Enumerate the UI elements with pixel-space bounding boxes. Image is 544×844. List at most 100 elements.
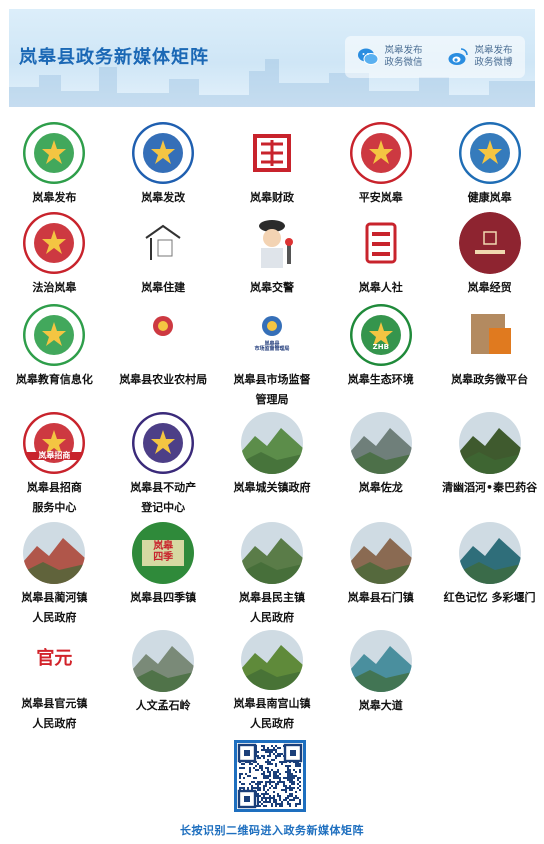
account-label: 岚皋佐龙 [358, 481, 403, 494]
village-photo-icon [349, 522, 412, 584]
four-seasons-icon: 岚皋 四季 [132, 522, 195, 584]
icon-subtext: ZHB [372, 343, 389, 351]
labour-logo-icon [349, 212, 412, 274]
account-label: 平安岚皋 [358, 191, 403, 204]
real-estate-emblem-icon [132, 412, 195, 474]
terraces-photo-icon [240, 630, 303, 690]
national-emblem-icon [132, 122, 195, 184]
calligraphy-seal-icon [240, 122, 303, 184]
account-label: 岚皋政务微平台 [451, 373, 529, 386]
account-item[interactable]: 平安岚皋 [326, 122, 435, 212]
account-item[interactable]: 岚皋发布 [0, 122, 109, 212]
account-label: 岚皋县不动产 登记中心 [130, 481, 197, 514]
account-item[interactable]: 岚皋经贸 [435, 212, 544, 304]
account-label: 岚皋财政 [249, 191, 294, 204]
squares-logo-icon [458, 304, 521, 366]
account-item[interactable]: ZHB 岚皋生态环境 [326, 304, 435, 412]
mountain-logo-icon [23, 122, 86, 184]
account-item[interactable]: 岚皋人社 [326, 212, 435, 304]
account-label: 岚皋交警 [249, 281, 294, 294]
weibo-link[interactable]: 岚皋发布 政务微博 [447, 45, 513, 69]
wechat-line2: 政务微信 [384, 57, 423, 68]
police-badge-icon [349, 122, 412, 184]
account-item[interactable]: 岚皋县南宫山镇 人民政府 [218, 630, 327, 734]
account-label: 岚皋县市场监督 管理局 [233, 373, 311, 406]
account-item[interactable]: 红色记忆 多彩堰门 [435, 522, 544, 630]
account-label: 岚皋发布 [32, 191, 77, 204]
account-label: 岚皋县石门镇 [347, 591, 414, 604]
account-label: 法治岚皋 [32, 281, 77, 294]
education-logo-icon [23, 304, 86, 366]
justice-emblem-icon [23, 212, 86, 274]
social-links: 岚皋发布 政务微信 岚皋发布 政务微博 [345, 36, 525, 78]
account-label: 岚皋教育信息化 [15, 373, 93, 386]
qr-code-icon [237, 743, 303, 809]
account-label: 岚皋人社 [358, 281, 403, 294]
market-supervision-icon: 岚皋县 市场监督管理局 [240, 304, 303, 366]
house-logo-icon [132, 212, 195, 274]
account-item[interactable]: 人文孟石岭 [109, 630, 218, 734]
account-label: 岚皋生态环境 [347, 373, 414, 386]
lake-photo-icon [349, 630, 412, 692]
wechat-link[interactable]: 岚皋发布 政务微信 [357, 45, 423, 69]
account-item[interactable]: 岚皋交警 [218, 212, 327, 304]
icon-subtext: 岚皋 四季 [153, 541, 174, 563]
account-item[interactable]: 岚皋政务微平台 [435, 304, 544, 412]
account-item[interactable]: 健康岚皋 [435, 122, 544, 212]
account-item[interactable]: 法治岚皋 [0, 212, 109, 304]
account-item[interactable]: 岚皋教育信息化 [0, 304, 109, 412]
account-item[interactable]: 岚皋县 市场监督管理局岚皋县市场监督 管理局 [218, 304, 327, 412]
page-title: 岚皋县政务新媒体矩阵 [19, 47, 209, 68]
account-item[interactable]: 岚皋大道 [326, 630, 435, 734]
account-label: 岚皋县招商 服务中心 [26, 481, 82, 514]
river-bend-photo-icon [458, 522, 521, 584]
weibo-icon [448, 48, 469, 65]
traffic-police-icon [240, 212, 303, 274]
account-label: 红色记忆 多彩堰门 [443, 591, 536, 604]
account-item[interactable]: 岚皋县石门镇 [326, 522, 435, 630]
account-item[interactable]: 岚皋佐龙 [326, 412, 435, 522]
account-item[interactable]: 官元岚皋县官元镇 人民政府 [0, 630, 109, 734]
account-item[interactable]: 岚皋招商岚皋县招商 服务中心 [0, 412, 109, 522]
agriculture-logo-icon [132, 304, 195, 366]
health-emblem-icon [458, 122, 521, 184]
account-item[interactable]: 岚皋县民主镇 人民政府 [218, 522, 327, 630]
account-item[interactable]: 岚皋 四季岚皋县四季镇 [109, 522, 218, 630]
icon-subtext: 岚皋县 市场监督管理局 [254, 341, 290, 353]
weibo-line1: 岚皋发布 [474, 45, 513, 56]
account-item[interactable]: 岚皋财政 [218, 122, 327, 212]
account-label: 人文孟石岭 [135, 699, 191, 712]
account-label: 岚皋县四季镇 [130, 591, 197, 604]
account-item[interactable]: 岚皋县不动产 登记中心 [109, 412, 218, 522]
investment-logo-icon: 岚皋招商 [23, 412, 86, 474]
valley-photo-icon [240, 522, 303, 584]
weibo-line2: 政务微博 [474, 57, 513, 68]
account-item[interactable]: 岚皋发改 [109, 122, 218, 212]
account-label: 岚皋县官元镇 人民政府 [21, 697, 88, 730]
account-label: 岚皋发改 [141, 191, 186, 204]
wechat-icon [358, 48, 379, 65]
trade-logo-icon [458, 212, 521, 274]
forest-photo-icon [458, 412, 521, 474]
account-grid: 岚皋发布 岚皋发改 岚皋财政 平安岚皋 健康岚皋法治岚皋 岚皋住建 岚皋交警 岚皋人社 岚皋经贸… [0, 122, 544, 734]
account-item[interactable]: 岚皋城关镇政府 [218, 412, 327, 522]
account-label: 岚皋县民主镇 人民政府 [238, 591, 305, 624]
icon-subtext: 岚皋招商 [23, 451, 86, 461]
qr-code[interactable] [234, 740, 306, 812]
account-label: 健康岚皋 [467, 191, 512, 204]
account-label: 岚皋城关镇政府 [233, 481, 311, 494]
header-banner: 岚皋县政务新媒体矩阵 岚皋发布 政务微信 岚皋发布 政务微博 [9, 9, 535, 107]
account-item[interactable]: 清幽滔河•秦巴药谷 [435, 412, 544, 522]
account-label: 清幽滔河•秦巴药谷 [442, 481, 538, 494]
account-label: 岚皋县蔺河镇 人民政府 [21, 591, 88, 624]
account-item[interactable]: 岚皋住建 [109, 212, 218, 304]
account-label: 岚皋大道 [358, 699, 403, 712]
account-item[interactable]: 岚皋县蔺河镇 人民政府 [0, 522, 109, 630]
icon-subtext: 官元 [36, 648, 73, 669]
account-item[interactable]: 岚皋县农业农村局 [109, 304, 218, 412]
account-label: 岚皋县南宫山镇 人民政府 [233, 697, 311, 730]
zhb-emblem-icon: ZHB [349, 304, 412, 366]
wechat-line1: 岚皋发布 [384, 45, 423, 56]
guanyuan-text-icon: 官元 [23, 630, 86, 690]
account-label: 岚皋县农业农村局 [119, 373, 208, 386]
